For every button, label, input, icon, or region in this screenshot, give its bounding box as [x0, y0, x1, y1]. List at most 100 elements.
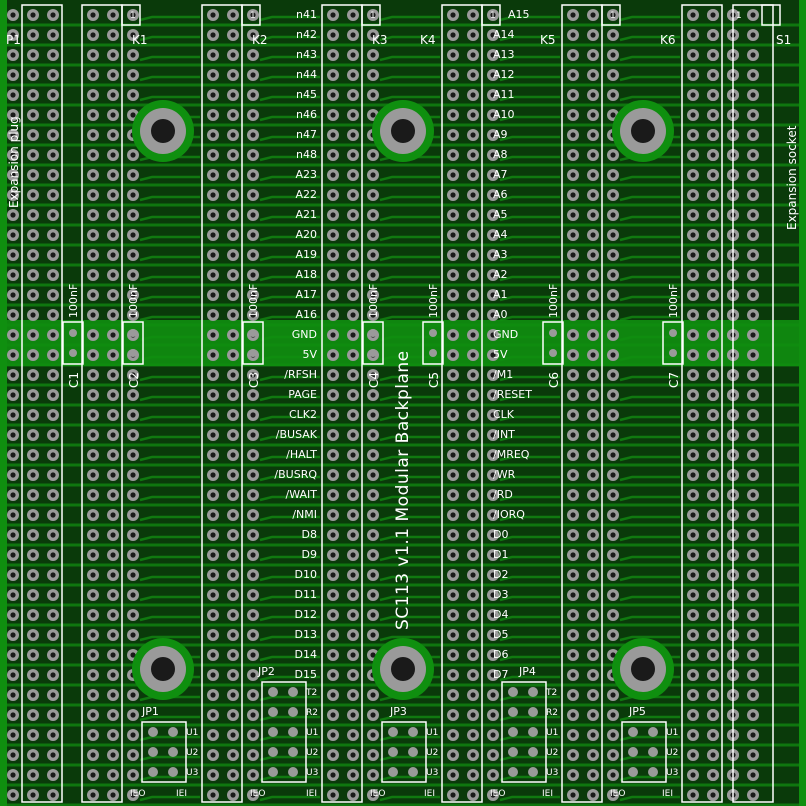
- capacitor-value: 100nF: [127, 283, 140, 318]
- drill: [610, 52, 616, 58]
- drill: [570, 332, 576, 338]
- drill: [610, 232, 616, 238]
- drill: [110, 492, 116, 498]
- jumper-pin-label: U3: [426, 768, 439, 778]
- drill: [130, 712, 136, 718]
- drill: [590, 452, 596, 458]
- jumper-pin: [268, 727, 278, 737]
- drill: [750, 792, 756, 798]
- signal-label-right: D0: [493, 528, 509, 541]
- drill: [350, 232, 356, 238]
- drill: [90, 152, 96, 158]
- jumper-pin: [168, 727, 178, 737]
- drill: [750, 12, 756, 18]
- drill: [610, 332, 616, 338]
- trace: [619, 395, 680, 402]
- signal-label-left: D12: [294, 608, 317, 621]
- drill: [210, 452, 216, 458]
- drill: [10, 752, 16, 758]
- drill: [110, 152, 116, 158]
- drill: [110, 412, 116, 418]
- drill: [610, 292, 616, 298]
- jumper-pin: [388, 747, 398, 757]
- signal-label-right: A12: [493, 68, 515, 81]
- drill: [50, 132, 56, 138]
- drill: [250, 512, 256, 518]
- signal-label-right: D4: [493, 608, 509, 621]
- trace: [139, 515, 200, 522]
- drill: [30, 212, 36, 218]
- drill: [370, 752, 376, 758]
- trace: [499, 575, 560, 582]
- drill: [230, 12, 236, 18]
- drill: [690, 772, 696, 778]
- drill: [690, 572, 696, 578]
- edge-label-right: Expansion socket: [785, 125, 799, 230]
- drill: [710, 712, 716, 718]
- drill: [110, 172, 116, 178]
- drill: [610, 212, 616, 218]
- drill: [610, 72, 616, 78]
- drill: [90, 92, 96, 98]
- drill: [30, 432, 36, 438]
- trace: [619, 195, 680, 202]
- jumper-pin: [168, 747, 178, 757]
- drill: [570, 152, 576, 158]
- ieo-label: IEO: [370, 789, 386, 799]
- connector-ref-k6: K6: [660, 33, 676, 47]
- drill: [570, 472, 576, 478]
- signal-label-right: /RD: [493, 488, 513, 501]
- drill: [30, 532, 36, 538]
- drill: [30, 52, 36, 58]
- drill: [350, 412, 356, 418]
- drill: [470, 32, 476, 38]
- signal-label-right: A0: [493, 308, 508, 321]
- drill: [370, 632, 376, 638]
- drill: [450, 652, 456, 658]
- drill: [210, 772, 216, 778]
- trace: [499, 555, 560, 562]
- drill: [750, 172, 756, 178]
- drill: [250, 152, 256, 158]
- drill: [210, 212, 216, 218]
- jumper-pin: [528, 707, 538, 717]
- drill: [110, 372, 116, 378]
- drill: [690, 312, 696, 318]
- drill: [50, 72, 56, 78]
- drill: [450, 332, 456, 338]
- trace: [379, 195, 440, 202]
- trace: [619, 475, 680, 482]
- drill: [470, 252, 476, 258]
- drill: [90, 112, 96, 118]
- drill: [230, 72, 236, 78]
- capacitor-pad: [429, 349, 437, 357]
- drill: [710, 252, 716, 258]
- drill: [610, 172, 616, 178]
- drill: [570, 372, 576, 378]
- drill: [710, 32, 716, 38]
- drill: [710, 352, 716, 358]
- jumper-pin: [528, 687, 538, 697]
- trace: [139, 255, 200, 262]
- drill: [450, 372, 456, 378]
- drill: [50, 172, 56, 178]
- drill: [470, 192, 476, 198]
- trace: [619, 175, 680, 182]
- drill: [90, 692, 96, 698]
- drill: [590, 232, 596, 238]
- jumper-pin: [408, 727, 418, 737]
- drill: [690, 12, 696, 18]
- drill: [750, 292, 756, 298]
- drill: [570, 732, 576, 738]
- drill: [750, 312, 756, 318]
- drill: [690, 332, 696, 338]
- drill: [50, 472, 56, 478]
- drill: [590, 112, 596, 118]
- trace: [499, 615, 560, 622]
- drill: [470, 772, 476, 778]
- trace: [379, 95, 440, 102]
- trace: [139, 175, 200, 182]
- drill: [250, 192, 256, 198]
- drill: [130, 612, 136, 618]
- jumper-pin: [628, 747, 638, 757]
